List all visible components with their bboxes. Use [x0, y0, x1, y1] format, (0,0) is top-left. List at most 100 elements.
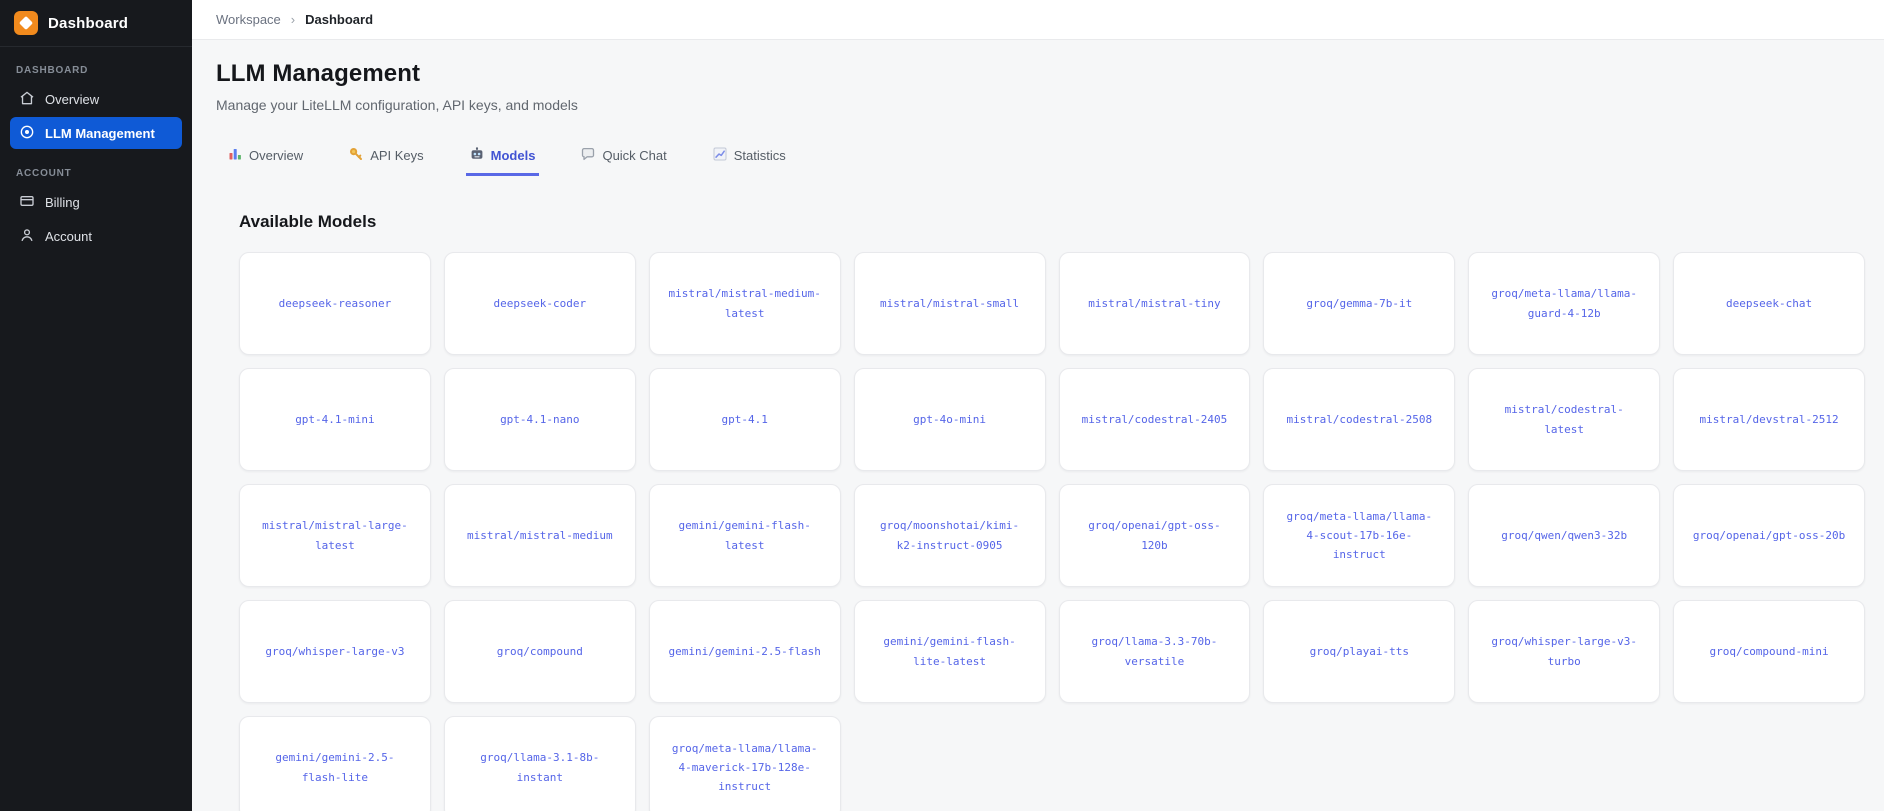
- user-icon: [19, 227, 35, 246]
- model-card[interactable]: mistral/codestral-2508: [1263, 368, 1456, 471]
- breadcrumb-dashboard: Dashboard: [305, 12, 374, 27]
- model-card[interactable]: mistral/mistral-medium-latest: [648, 252, 841, 355]
- tab-label: Models: [490, 148, 536, 163]
- model-name: gpt-4.1: [721, 412, 768, 426]
- model-card[interactable]: groq/openai/gpt-oss-20b: [1673, 484, 1865, 587]
- available-models-heading: Available Models: [239, 212, 377, 231]
- bar-chart-icon: [228, 147, 242, 164]
- sidebar-item-label: Account: [45, 228, 92, 244]
- model-name: groq/llama-3.3-70b-versatile: [1091, 635, 1218, 668]
- model-name: gemini/gemini-2.5-flash: [668, 644, 821, 658]
- model-name: mistral/codestral-2508: [1286, 412, 1433, 426]
- model-name: groq/whisper-large-v3: [265, 644, 405, 658]
- tab-api-keys[interactable]: API Keys: [345, 147, 427, 176]
- model-card[interactable]: gpt-4.1-mini: [239, 368, 431, 471]
- model-card[interactable]: groq/meta-llama/llama-guard-4-12b: [1468, 252, 1661, 355]
- sidebar-item-label: Billing: [45, 194, 80, 210]
- model-card[interactable]: groq/compound-mini: [1673, 600, 1865, 703]
- model-name: groq/meta-llama/llama-guard-4-12b: [1491, 287, 1638, 320]
- model-card[interactable]: mistral/mistral-tiny: [1058, 252, 1251, 355]
- model-name: gemini/gemini-flash-lite-latest: [883, 635, 1016, 668]
- tab-overview[interactable]: Overview: [224, 147, 307, 176]
- tab-label: Statistics: [733, 148, 786, 163]
- model-name: groq/compound: [496, 644, 583, 658]
- model-card[interactable]: mistral/codestral-latest: [1468, 368, 1661, 471]
- model-card[interactable]: groq/llama-3.3-70b-versatile: [1058, 600, 1251, 703]
- model-name: gemini/gemini-flash-latest: [678, 519, 811, 552]
- tab-quick-chat[interactable]: Quick Chat: [577, 147, 670, 176]
- model-card[interactable]: groq/meta-llama/llama-4-scout-17b-16e-in…: [1263, 484, 1456, 587]
- model-name: mistral/mistral-tiny: [1088, 296, 1221, 310]
- page-content: LLM Management Manage your LiteLLM confi…: [192, 40, 1884, 811]
- model-name: groq/playai-tts: [1309, 644, 1409, 658]
- topbar: Workspace › Dashboard: [192, 0, 1884, 40]
- model-card[interactable]: gemini/gemini-flash-lite-latest: [853, 600, 1046, 703]
- diamond-logo-icon: [14, 11, 38, 35]
- main-area: Workspace › Dashboard LLM Management Man…: [192, 0, 1884, 811]
- credit-card-icon: [19, 193, 35, 212]
- model-name: groq/moonshotai/kimi-k2-instruct-0905: [880, 519, 1020, 552]
- model-card[interactable]: gpt-4.1: [648, 368, 841, 471]
- model-card[interactable]: mistral/devstral-2512: [1673, 368, 1865, 471]
- breadcrumb: Workspace › Dashboard: [216, 12, 373, 27]
- model-card[interactable]: deepseek-coder: [443, 252, 636, 355]
- model-card[interactable]: gpt-4.1-nano: [443, 368, 636, 471]
- model-card[interactable]: mistral/mistral-medium: [443, 484, 636, 587]
- model-card[interactable]: groq/openai/gpt-oss-120b: [1058, 484, 1251, 587]
- model-name: groq/qwen/qwen3-32b: [1501, 528, 1628, 542]
- model-card[interactable]: groq/llama-3.1-8b-instant: [443, 716, 636, 811]
- model-card[interactable]: groq/gemma-7b-it: [1263, 252, 1456, 355]
- model-card[interactable]: gpt-4o-mini: [853, 368, 1046, 471]
- model-name: groq/openai/gpt-oss-20b: [1692, 528, 1846, 542]
- model-name: gpt-4.1-mini: [295, 412, 375, 426]
- breadcrumb-workspace[interactable]: Workspace: [216, 12, 281, 27]
- app-logo[interactable]: Dashboard: [0, 0, 192, 47]
- model-card[interactable]: mistral/mistral-small: [853, 252, 1046, 355]
- model-card[interactable]: gemini/gemini-2.5-flash: [648, 600, 841, 703]
- model-card[interactable]: groq/whisper-large-v3-turbo: [1468, 600, 1661, 703]
- model-name: groq/meta-llama/llama-4-scout-17b-16e-in…: [1286, 509, 1433, 562]
- model-name: gpt-4.1-nano: [500, 412, 580, 426]
- model-name: groq/llama-3.1-8b-instant: [480, 751, 600, 784]
- key-icon: [349, 147, 363, 164]
- model-name: mistral/mistral-medium: [466, 528, 613, 542]
- model-card[interactable]: groq/whisper-large-v3: [239, 600, 431, 703]
- model-name: mistral/codestral-latest: [1504, 403, 1624, 436]
- tab-models[interactable]: Models: [465, 147, 540, 176]
- tab-label: API Keys: [370, 148, 424, 163]
- model-card[interactable]: groq/compound: [443, 600, 636, 703]
- model-name: gpt-4o-mini: [913, 412, 986, 426]
- model-card[interactable]: groq/playai-tts: [1263, 600, 1456, 703]
- model-card[interactable]: deepseek-chat: [1673, 252, 1865, 355]
- model-card[interactable]: mistral/codestral-2405: [1058, 368, 1251, 471]
- model-card[interactable]: mistral/mistral-large-latest: [239, 484, 431, 587]
- sidebar-section-dashboard-label: DASHBOARD: [16, 65, 89, 76]
- home-icon: [19, 90, 35, 109]
- tab-bar: Overview API Keys Models Quick Chat Stat…: [224, 147, 1865, 176]
- model-card[interactable]: groq/moonshotai/kimi-k2-instruct-0905: [853, 484, 1046, 587]
- model-card[interactable]: gemini/gemini-flash-latest: [648, 484, 841, 587]
- model-name: deepseek-coder: [493, 296, 587, 310]
- sidebar-item-label: LLM Management: [45, 125, 155, 141]
- model-name: mistral/codestral-2405: [1081, 412, 1228, 426]
- app-title: Dashboard: [48, 14, 129, 32]
- chat-bubble-icon: [581, 147, 595, 164]
- tab-label: Overview: [249, 148, 304, 163]
- tab-label: Quick Chat: [602, 148, 667, 163]
- model-card[interactable]: gemini/gemini-2.5-flash-lite: [239, 716, 431, 811]
- model-card[interactable]: groq/meta-llama/llama-4-maverick-17b-128…: [648, 716, 841, 811]
- model-name: mistral/mistral-medium-latest: [668, 287, 821, 320]
- model-name: deepseek-chat: [1726, 296, 1813, 310]
- model-card[interactable]: deepseek-reasoner: [239, 252, 431, 355]
- model-card[interactable]: groq/qwen/qwen3-32b: [1468, 484, 1661, 587]
- sidebar-item-account[interactable]: Account: [10, 220, 182, 252]
- target-icon: [19, 124, 35, 143]
- sidebar: Dashboard DASHBOARD Overview LLM Managem…: [0, 0, 192, 811]
- sidebar-item-label: Overview: [45, 91, 100, 107]
- sidebar-item-overview[interactable]: Overview: [10, 83, 182, 115]
- model-name: groq/meta-llama/llama-4-maverick-17b-128…: [671, 741, 818, 794]
- tab-statistics[interactable]: Statistics: [709, 147, 790, 176]
- model-name: mistral/mistral-small: [880, 296, 1020, 310]
- sidebar-item-llm-management[interactable]: LLM Management: [10, 117, 182, 149]
- sidebar-item-billing[interactable]: Billing: [10, 186, 182, 218]
